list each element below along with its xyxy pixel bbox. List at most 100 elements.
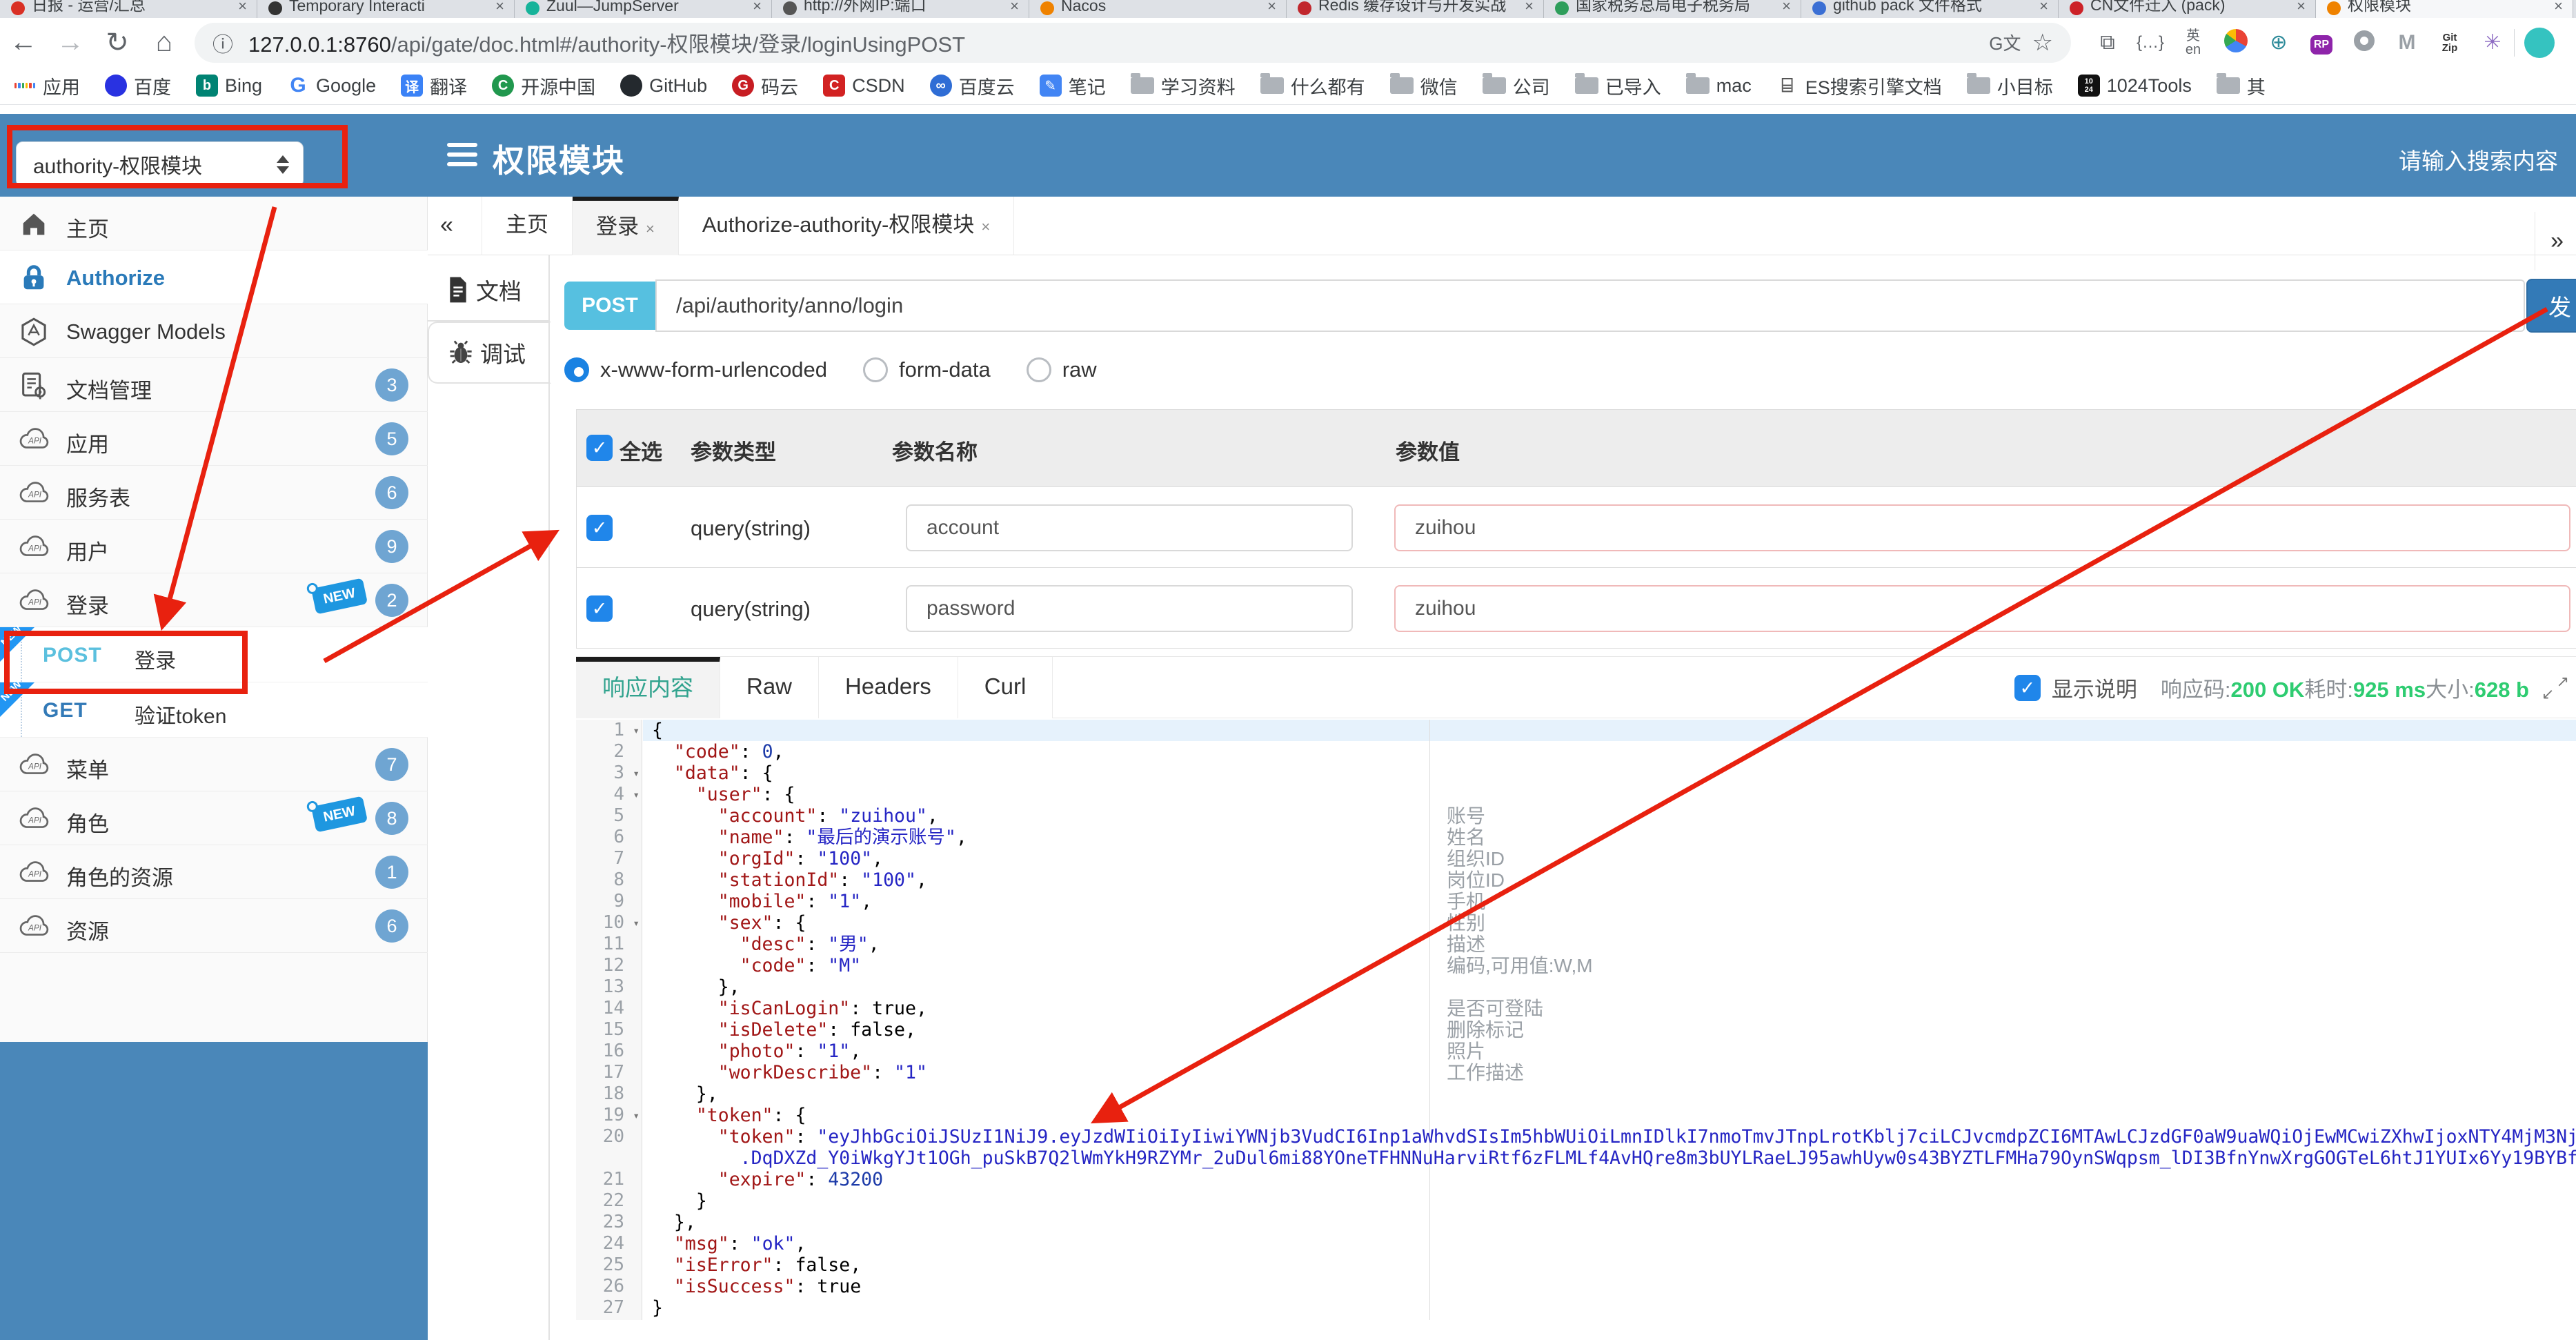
sidebar-item-服务表[interactable]: API 服务表 6	[0, 466, 428, 520]
home-icon[interactable]: ⌂	[141, 27, 188, 58]
bookmark-item[interactable]: 百度	[105, 72, 171, 99]
param-value-input[interactable]	[1394, 504, 2570, 551]
tab-close-icon[interactable]: ×	[1782, 0, 1791, 15]
browser-tab[interactable]: Nacos ×	[1029, 0, 1287, 18]
open-doc-tab-登录[interactable]: 登录 ×	[573, 197, 679, 255]
bookmark-item[interactable]: G 码云	[732, 72, 798, 99]
tab-close-icon[interactable]: ×	[2297, 0, 2306, 15]
sidebar-item-应用[interactable]: API 应用 5	[0, 412, 428, 466]
tab-close-icon[interactable]: ×	[238, 0, 247, 15]
json-extension-icon[interactable]: {…}	[2129, 34, 2172, 51]
tab-close-icon[interactable]: ×	[981, 218, 990, 235]
bookmark-item[interactable]: C CSDN	[823, 75, 905, 97]
tab-close-icon[interactable]: ×	[2554, 0, 2563, 15]
address-bar[interactable]: ⓘ 127.0.0.1:8760/api/gate/doc.html#/auth…	[195, 22, 2071, 63]
tab-close-icon[interactable]: ×	[1525, 0, 1534, 15]
gitzip-extension-icon[interactable]: Git Zip	[2428, 32, 2471, 53]
endpoint-path-input[interactable]	[655, 279, 2525, 332]
tabs-more-icon[interactable]: »	[2535, 212, 2564, 270]
response-code-editor[interactable]: 1 ▾ 2 3 ▾ 4 ▾ 5 6 7 8 9 10 ▾ 11 12 13 14 15 16 17 18 19 ▾ 20 21 22…	[576, 720, 2576, 1320]
tab-close-icon[interactable]: ×	[1267, 0, 1276, 15]
back-icon[interactable]: ←	[0, 27, 47, 58]
browser-tab[interactable]: Zuul—JumpServer ×	[515, 0, 772, 18]
bookmark-item[interactable]: C 开源中国	[492, 72, 595, 99]
browser-tab-strip[interactable]: 日报 - 运营/汇总 × Temporary Interacti × Zuul—Jump…	[0, 0, 2576, 18]
response-tab-Headers[interactable]: Headers	[819, 657, 958, 718]
response-tab-响应内容[interactable]: 响应内容	[576, 657, 720, 718]
send-button[interactable]: 发送	[2526, 279, 2576, 333]
english-extension-icon[interactable]: 英 en	[2172, 29, 2215, 57]
profile-avatar[interactable]	[2524, 27, 2555, 58]
view-tab-调试[interactable]: 调试	[428, 322, 551, 384]
menu-icon[interactable]	[447, 143, 477, 169]
radio-icon[interactable]	[863, 357, 889, 382]
sidebar-item-文档管理[interactable]: 文档管理 3	[0, 358, 428, 412]
ring-extension-icon[interactable]	[2343, 30, 2386, 55]
show-description-checkbox[interactable]: ✓	[2014, 674, 2041, 701]
bookmark-item[interactable]: 应用	[14, 72, 80, 99]
bookmark-item[interactable]: 其	[2216, 72, 2266, 99]
translate-icon[interactable]: G文	[1989, 30, 2021, 55]
response-tab-Curl[interactable]: Curl	[958, 657, 1053, 718]
browser-tab[interactable]: github pack 文件格式 ×	[1801, 0, 2059, 18]
param-name-input[interactable]	[906, 504, 1353, 551]
globe-extension-icon[interactable]: ⊕	[2257, 32, 2300, 53]
tab-close-icon[interactable]: ×	[495, 0, 504, 15]
row-checkbox[interactable]: ✓	[586, 595, 613, 622]
bookmark-item[interactable]: ⌸ ES搜索引擎文档	[1776, 72, 1941, 99]
bookmark-item[interactable]: 什么都有	[1260, 72, 1365, 99]
content-type-option[interactable]: form-data	[863, 357, 991, 382]
bookmark-item[interactable]: ∞ 百度云	[929, 72, 1015, 99]
bookmark-item[interactable]: 译翻译	[401, 72, 467, 99]
bookmark-item[interactable]: 微信	[1389, 72, 1458, 99]
open-doc-tab-Authorize-authority-权限模块[interactable]: Authorize-authority-权限模块 ×	[679, 197, 1015, 255]
sidebar-endpoint-验证token[interactable]: NEW GET 验证token	[0, 678, 428, 738]
bookmark-item[interactable]: G Google	[287, 74, 376, 97]
bookmark-item[interactable]: 公司	[1482, 72, 1550, 99]
browser-tab[interactable]: http://外网IP:端口 ×	[772, 0, 1029, 18]
tabs-collapse-icon[interactable]: «	[440, 212, 453, 239]
pinwheel-extension-icon[interactable]: ✳	[2471, 32, 2514, 53]
forward-icon[interactable]: →	[47, 27, 94, 58]
bookmark-star-icon[interactable]: ☆	[2032, 29, 2053, 57]
tab-close-icon[interactable]: ×	[753, 0, 762, 15]
browser-tab[interactable]: Redis 缓存设计与开发实战 ×	[1287, 0, 1544, 18]
sidebar-item-用户[interactable]: API 用户 9	[0, 520, 428, 573]
browser-tab[interactable]: 日报 - 运营/汇总 ×	[0, 0, 257, 18]
bookmark-item[interactable]: mac	[1685, 73, 1752, 97]
rp-extension-icon[interactable]: RP	[2300, 31, 2343, 55]
sidebar-item-菜单[interactable]: API 菜单 7	[0, 738, 428, 791]
tab-close-icon[interactable]: ×	[1010, 0, 1019, 15]
reload-icon[interactable]: ↻	[94, 27, 141, 59]
sidebar-item-资源[interactable]: API 资源 6	[0, 899, 428, 953]
sidebar-item-主页[interactable]: 主页	[0, 197, 428, 250]
response-tab-Raw[interactable]: Raw	[720, 657, 820, 718]
fullscreen-icon[interactable]: ↗ ↙	[2542, 673, 2569, 702]
api-group-select[interactable]: authority-权限模块	[16, 141, 304, 187]
bookmark-item[interactable]: 小目标	[1966, 72, 2053, 99]
content-type-option[interactable]: x-www-form-urlencoded	[564, 357, 827, 382]
select-all-checkbox[interactable]: ✓	[586, 435, 613, 461]
open-doc-tab-主页[interactable]: 主页	[482, 197, 573, 255]
chrome-extension-icon[interactable]	[2215, 28, 2257, 57]
bookmark-item[interactable]: 已导入	[1574, 72, 1661, 99]
bookmark-item[interactable]: 10 24 1024Tools	[2077, 75, 2192, 97]
browser-tab[interactable]: CN文件迁入 (pack) ×	[2059, 0, 2316, 18]
param-value-input[interactable]	[1394, 585, 2570, 632]
shield-extension-icon[interactable]: M	[2386, 32, 2428, 53]
view-tab-文档[interactable]: 文档	[428, 259, 550, 322]
sidebar-item-Swagger Models[interactable]: Swagger Models	[0, 304, 428, 358]
page-info-icon[interactable]: ⓘ	[212, 28, 233, 58]
bookmark-item[interactable]: GitHub	[620, 75, 707, 97]
bookmark-item[interactable]: b Bing	[196, 75, 262, 97]
sidebar-item-登录[interactable]: API 登录 NEW 2	[0, 573, 428, 627]
browser-tab[interactable]: Temporary Interacti ×	[257, 0, 515, 18]
sidebar-item-角色[interactable]: API 角色 NEW 8	[0, 791, 428, 845]
tab-close-icon[interactable]: ×	[2039, 0, 2048, 15]
bookmark-item[interactable]: 学习资料	[1130, 72, 1236, 99]
content-type-option[interactable]: raw	[1026, 357, 1097, 382]
sidebar-item-角色的资源[interactable]: API 角色的资源 1	[0, 845, 428, 899]
browser-tab[interactable]: 国家税务总局电子税务局 ×	[1544, 0, 1801, 18]
search-input[interactable]: 请输入搜索内容	[2399, 143, 2558, 176]
sidebar-item-Authorize[interactable]: Authorize	[0, 250, 428, 304]
